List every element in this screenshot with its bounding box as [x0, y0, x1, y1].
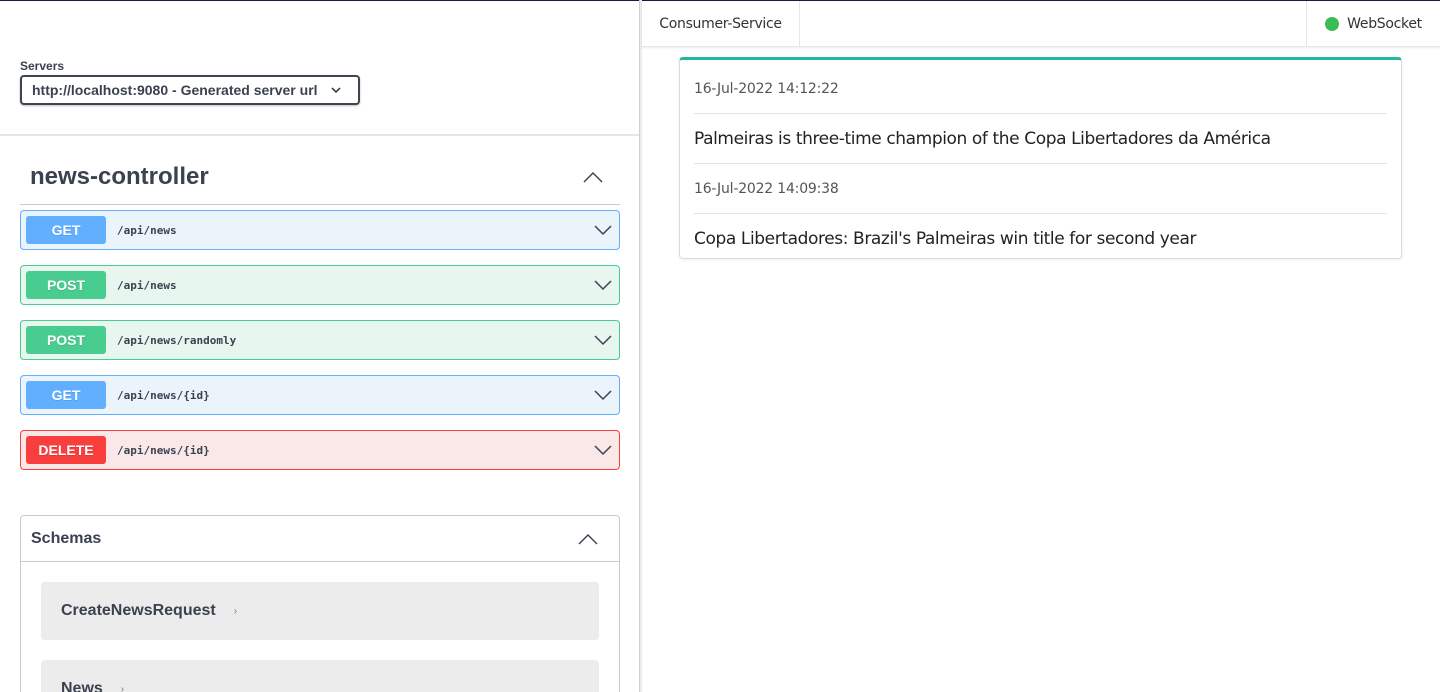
chevron-down-icon[interactable] [594, 334, 612, 346]
websocket-status[interactable]: WebSocket [1306, 1, 1440, 46]
chevron-down-icon[interactable] [594, 224, 612, 236]
chevron-down-icon[interactable] [594, 279, 612, 291]
websocket-label: WebSocket [1347, 15, 1422, 32]
schema-news[interactable]: News › [41, 660, 599, 692]
chevron-right-icon: › [233, 605, 238, 617]
list-item: 16-Jul-2022 14:12:22 Palmeiras is three-… [694, 64, 1387, 164]
schema-name: News [61, 680, 103, 692]
schemas-title: Schemas [31, 529, 102, 547]
operation-path: /api/news [117, 223, 177, 237]
server-select[interactable]: http://localhost:9080 - Generated server… [20, 75, 360, 105]
list-item: 16-Jul-2022 14:09:38 Copa Libertadores: … [694, 164, 1387, 264]
schema-create-news-request[interactable]: CreateNewsRequest › [41, 582, 599, 640]
status-dot-icon [1325, 16, 1340, 31]
consumer-pane: Consumer-Service WebSocket 16-Jul-2022 1… [642, 0, 1440, 692]
schema-name: CreateNewsRequest [61, 602, 216, 619]
tag-header-news-controller[interactable]: news-controller [20, 159, 620, 205]
schemas-header[interactable]: Schemas [21, 516, 619, 562]
method-badge: POST [26, 271, 106, 299]
chevron-down-icon[interactable] [594, 389, 612, 401]
operation-post-news[interactable]: POST /api/news [20, 265, 620, 305]
operation-path: /api/news [117, 278, 177, 292]
news-date: 16-Jul-2022 14:09:38 [694, 164, 1387, 214]
operation-delete-news-by-id[interactable]: DELETE /api/news/{id} [20, 430, 620, 470]
operation-path: /api/news/randomly [117, 333, 237, 347]
news-title: Palmeiras is three-time champion of the … [694, 114, 1387, 164]
swagger-pane: Servers http://localhost:9080 - Generate… [0, 0, 640, 692]
chevron-down-icon[interactable] [594, 444, 612, 456]
app-title[interactable]: Consumer-Service [642, 1, 800, 46]
operation-path: /api/news/{id} [117, 443, 210, 457]
chevron-right-icon: › [120, 683, 125, 692]
operation-get-news[interactable]: GET /api/news [20, 210, 620, 250]
method-badge: GET [26, 216, 106, 244]
section-divider [0, 134, 640, 136]
operation-path: /api/news/{id} [117, 388, 210, 402]
method-badge: DELETE [26, 436, 106, 464]
operation-post-news-randomly[interactable]: POST /api/news/randomly [20, 320, 620, 360]
servers-section: Servers http://localhost:9080 - Generate… [20, 59, 360, 105]
method-badge: POST [26, 326, 106, 354]
chevron-up-icon[interactable] [582, 170, 604, 184]
chevron-up-icon[interactable] [577, 532, 599, 546]
method-badge: GET [26, 381, 106, 409]
server-select-value: http://localhost:9080 - Generated server… [32, 82, 318, 98]
chevron-down-icon [331, 87, 341, 94]
tag-title: news-controller [30, 162, 209, 190]
schemas-section: Schemas CreateNewsRequest › News › [20, 515, 620, 692]
news-feed: 16-Jul-2022 14:12:22 Palmeiras is three-… [679, 57, 1402, 259]
news-date: 16-Jul-2022 14:12:22 [694, 64, 1387, 114]
operation-get-news-by-id[interactable]: GET /api/news/{id} [20, 375, 620, 415]
news-title: Copa Libertadores: Brazil's Palmeiras wi… [694, 229, 1197, 249]
servers-label: Servers [20, 59, 65, 73]
navbar: Consumer-Service WebSocket [642, 1, 1440, 47]
